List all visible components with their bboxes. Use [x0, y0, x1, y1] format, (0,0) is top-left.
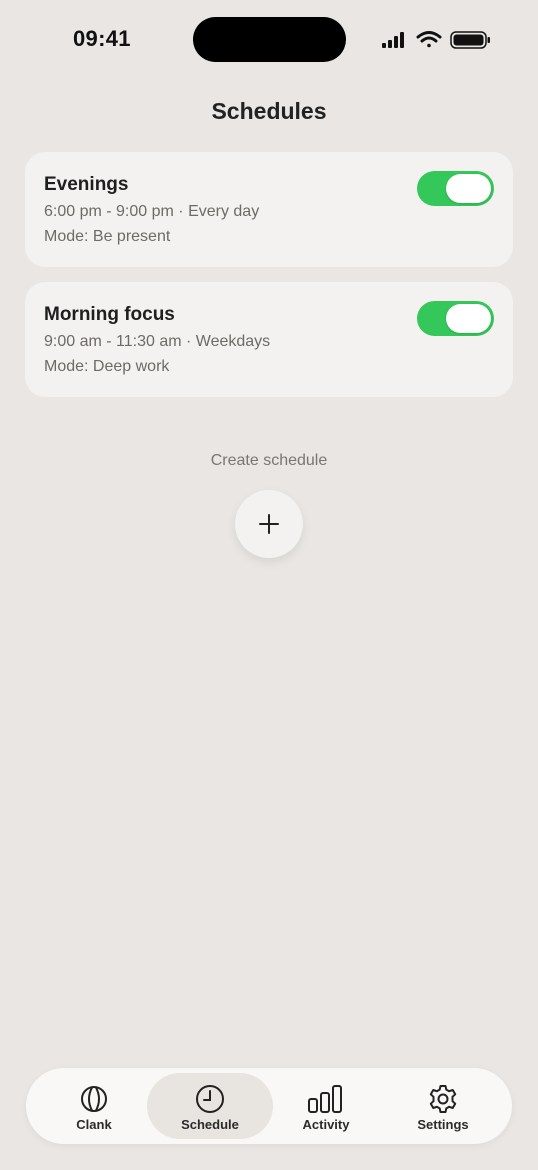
schedule-time-range: 6:00 pm - 9:00 pm · Every day [44, 203, 260, 220]
status-time: 09:41 [73, 26, 131, 51]
cellular-signal-icon [382, 32, 404, 48]
plus-icon [259, 514, 279, 534]
tab-schedule[interactable]: Schedule [147, 1073, 273, 1139]
schedule-mode: Mode: Be present [44, 228, 171, 245]
page-title: Schedules [211, 98, 327, 124]
bar-chart-icon [308, 1085, 342, 1113]
status-icons [380, 30, 492, 50]
toggle-knob [446, 304, 491, 333]
schedule-toggle[interactable] [417, 171, 494, 206]
create-schedule-label: Create schedule [210, 452, 328, 469]
clank-icon [81, 1086, 107, 1112]
dynamic-island [193, 17, 346, 62]
tab-bar: Clank Schedule Activity Settings [26, 1068, 512, 1144]
wifi-icon [416, 31, 442, 48]
tab-activity[interactable]: Activity [263, 1073, 389, 1139]
tab-clank[interactable]: Clank [31, 1073, 157, 1139]
toggle-knob [446, 174, 491, 203]
schedule-name: Evenings [44, 174, 129, 195]
tab-label: Schedule [181, 1117, 239, 1132]
schedule-card[interactable]: Morning focus 9:00 am - 11:30 am · Weekd… [25, 282, 513, 397]
tab-settings[interactable]: Settings [380, 1073, 506, 1139]
status-bar: 09:41 [0, 0, 538, 80]
tab-label: Activity [302, 1117, 350, 1132]
tab-label: Clank [76, 1117, 112, 1132]
add-schedule-button[interactable] [235, 490, 303, 558]
schedule-name: Morning focus [44, 304, 175, 325]
tab-label: Settings [417, 1117, 469, 1132]
schedule-mode: Mode: Deep work [44, 358, 170, 375]
battery-icon [450, 31, 490, 49]
clock-icon [196, 1085, 224, 1113]
schedule-toggle[interactable] [417, 301, 494, 336]
schedule-card[interactable]: Evenings 6:00 pm - 9:00 pm · Every day M… [25, 152, 513, 267]
schedule-time-range: 9:00 am - 11:30 am · Weekdays [44, 333, 271, 350]
gear-icon [429, 1085, 457, 1113]
